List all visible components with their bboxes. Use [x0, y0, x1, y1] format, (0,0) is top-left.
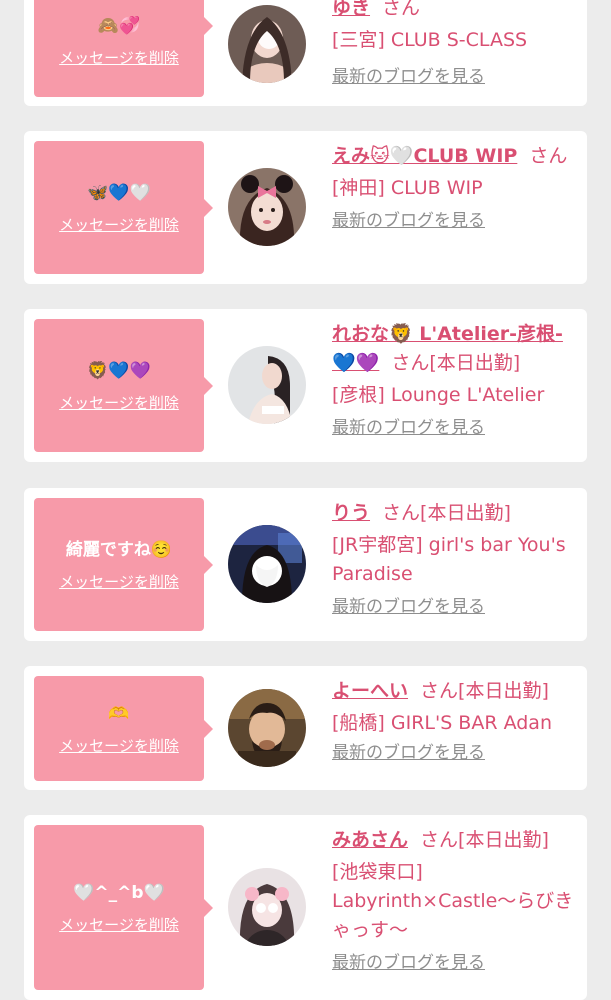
delete-message-link[interactable]: メッセージを削除: [59, 736, 179, 756]
message-text: 🤍^_^b🤍: [73, 882, 165, 903]
avatar[interactable]: [228, 168, 306, 246]
shop-name: [彦根] Lounge L'Atelier: [332, 384, 545, 406]
status-badge: [本日出勤]: [420, 502, 511, 524]
avatar-photo-icon: [228, 868, 306, 946]
honorific: さん: [382, 0, 421, 19]
status-badge: [本日出勤]: [458, 680, 549, 702]
avatar[interactable]: [228, 346, 306, 424]
status-badge: [本日出勤]: [458, 829, 549, 851]
cast-info: ゆき さん [三宮] CLUB S-CLASS 最新のブログを見る: [332, 0, 577, 91]
message-bubble: 🦁💙💜 メッセージを削除: [34, 319, 213, 452]
latest-blog-link[interactable]: 最新のブログを見る: [332, 209, 485, 233]
cast-name-link[interactable]: りう: [332, 502, 370, 524]
shop-name: [船橋] GIRL'S BAR Adan: [332, 712, 552, 734]
honorific: さん: [420, 829, 459, 851]
message-text: 🫶: [108, 703, 130, 724]
status-badge: [本日出勤]: [429, 352, 521, 374]
honorific: さん: [391, 352, 430, 374]
latest-blog-link[interactable]: 最新のブログを見る: [332, 595, 485, 619]
avatar[interactable]: [228, 868, 306, 946]
message-bubble: 綺麗ですね☺️ メッセージを削除: [34, 498, 213, 631]
cast-info: りう さん[本日出勤] [JR宇都宮] girl's bar You's Para…: [332, 499, 577, 621]
cast-name-link[interactable]: ゆき: [332, 0, 370, 19]
honorific: さん: [529, 145, 568, 167]
cast-info: えみ🐱🤍CLUB WIP さん [神田] CLUB WIP 最新のブログを見る: [332, 142, 577, 235]
cast-info: れおな🦁 L'Atelier-彦根-💙💜 さん[本日出勤] [彦根] Lounge…: [332, 320, 577, 442]
latest-blog-link[interactable]: 最新のブログを見る: [332, 65, 485, 89]
message-text: 🦁💙💜: [87, 360, 151, 381]
message-text: 🦋💙🤍: [87, 182, 151, 203]
delete-message-link[interactable]: メッセージを削除: [59, 572, 179, 592]
cast-name-link[interactable]: よーへい: [332, 680, 408, 702]
shop-name: [JR宇都宮] girl's bar You's Paradise: [332, 534, 566, 585]
message-text: 🙈💞: [97, 15, 141, 36]
latest-blog-link[interactable]: 最新のブログを見る: [332, 741, 485, 765]
message-card: 🙈💞 メッセージを削除 ゆき さん [三宮] CLUB S-CLASS 最新のブロ…: [24, 0, 587, 106]
avatar-photo-icon: [228, 689, 306, 767]
message-bubble: 🫶 メッセージを削除: [34, 676, 213, 781]
delete-message-link[interactable]: メッセージを削除: [59, 215, 179, 235]
cast-name-link[interactable]: えみ🐱🤍CLUB WIP: [332, 145, 517, 167]
message-card: 綺麗ですね☺️ メッセージを削除 りう さん[本日出勤] [JR宇都宮] girl…: [24, 488, 587, 641]
message-text: 綺麗ですね☺️: [65, 539, 173, 560]
message-bubble: 🦋💙🤍 メッセージを削除: [34, 141, 213, 274]
message-card: 🦁💙💜 メッセージを削除 れおな🦁 L'Atelier-彦根-💙💜 さん[本日出勤…: [24, 309, 587, 462]
shop-name: [神田] CLUB WIP: [332, 177, 483, 199]
avatar[interactable]: [228, 689, 306, 767]
message-card: 🤍^_^b🤍 メッセージを削除 みあさん さん[本日出勤] [池袋東口] Laby…: [24, 815, 587, 1000]
honorific: さん: [420, 680, 459, 702]
delete-message-link[interactable]: メッセージを削除: [59, 393, 179, 413]
message-card: 🦋💙🤍 メッセージを削除 えみ🐱🤍CLUB WIP さん [神田] CLUB WI…: [24, 131, 587, 284]
avatar-photo-icon: [228, 5, 306, 83]
latest-blog-link[interactable]: 最新のブログを見る: [332, 951, 485, 975]
shop-name: [三宮] CLUB S-CLASS: [332, 29, 528, 51]
avatar-photo-icon: [228, 525, 306, 603]
avatar[interactable]: [228, 5, 306, 83]
honorific: さん: [382, 502, 421, 524]
cast-name-link[interactable]: みあさん: [332, 829, 408, 851]
message-card: 🫶 メッセージを削除 よーへい さん[本日出勤] [船橋] GIRL'S BAR …: [24, 666, 587, 790]
avatar[interactable]: [228, 525, 306, 603]
avatar-photo-icon: [228, 168, 306, 246]
message-bubble: 🙈💞 メッセージを削除: [34, 0, 213, 97]
avatar-photo-icon: [228, 346, 306, 424]
cast-info: みあさん さん[本日出勤] [池袋東口] Labyrinth×Castle〜らびき…: [332, 826, 577, 977]
cast-info: よーへい さん[本日出勤] [船橋] GIRL'S BAR Adan 最新のブログ…: [332, 677, 577, 767]
message-bubble: 🤍^_^b🤍 メッセージを削除: [34, 825, 213, 990]
shop-name: [池袋東口] Labyrinth×Castle〜らびきゃっす〜: [332, 861, 574, 941]
delete-message-link[interactable]: メッセージを削除: [59, 48, 179, 68]
latest-blog-link[interactable]: 最新のブログを見る: [332, 416, 485, 440]
delete-message-link[interactable]: メッセージを削除: [59, 915, 179, 935]
